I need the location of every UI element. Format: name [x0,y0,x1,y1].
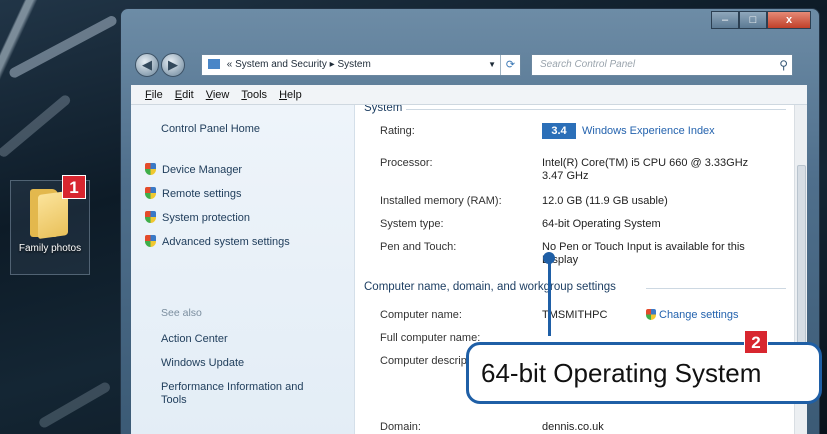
task-label: Advanced system settings [162,236,290,248]
step-badge-2: 2 [744,330,768,354]
pen-touch-value: No Pen or Touch Input is available for t… [542,241,745,266]
system-type-value: 64-bit Operating System [542,218,661,230]
scrollbar-thumb[interactable] [797,165,806,345]
breadcrumb-system[interactable]: System [337,59,370,70]
windows-experience-index-link[interactable]: Windows Experience Index [582,125,715,137]
menu-file[interactable]: File [145,85,163,104]
task-label: System protection [162,212,251,224]
change-settings-link[interactable]: Change settings [646,309,739,322]
forward-button[interactable]: ▶ [161,53,185,77]
system-type-label: System type: [380,218,444,230]
task-label: Remote settings [162,188,242,200]
full-computer-name-label: Full computer name: [380,332,481,344]
refresh-icon[interactable]: ⟳ [500,55,520,75]
divider [646,288,786,289]
left-pane: Control Panel Home Device Manager Remote… [131,105,355,434]
computer-name-value: TMSMITHPC [542,309,608,321]
windows-update-link[interactable]: Windows Update [161,357,244,369]
change-settings-label: Change settings [659,309,739,321]
divider [406,109,786,110]
computer-name-label: Computer name: [380,309,462,321]
shield-icon [145,235,156,247]
navigation-bar: ◀ ▶ « System and Security ▸ System ▼ ⟳ S… [131,53,807,79]
menu-view[interactable]: View [206,85,230,104]
menu-help[interactable]: Help [279,85,302,104]
desktop-icon-label: Family photos [18,243,82,254]
task-label: Device Manager [162,164,243,176]
search-placeholder: Search Control Panel [540,59,636,70]
menu-edit[interactable]: Edit [175,85,194,104]
system-protection-link[interactable]: System protection [145,211,250,224]
processor-label: Processor: [380,157,433,169]
shield-icon [646,309,656,320]
address-prefix: « [226,59,233,70]
shield-icon [145,163,156,175]
search-icon[interactable]: ⚲ [779,55,788,75]
pen-touch-label: Pen and Touch: [380,241,457,253]
callout-text: 64-bit Operating System [481,358,762,388]
experience-index-badge: 3.4 [542,123,576,139]
shield-icon [145,187,156,199]
callout-pointer-line [548,258,551,336]
domain-label: Domain: [380,421,421,433]
device-manager-link[interactable]: Device Manager [145,163,242,176]
close-button[interactable]: x [767,11,811,29]
rating-label: Rating: [380,125,415,137]
domain-value: dennis.co.uk [542,421,604,433]
action-center-link[interactable]: Action Center [161,333,228,345]
wallpaper-streak [0,93,73,159]
address-bar[interactable]: « System and Security ▸ System ▼ ⟳ [201,54,521,76]
control-panel-icon [208,59,220,70]
chevron-down-icon[interactable]: ▼ [488,55,496,75]
callout-bubble: 64-bit Operating System [466,342,822,404]
remote-settings-link[interactable]: Remote settings [145,187,241,200]
back-button[interactable]: ◀ [135,53,159,77]
maximize-button[interactable]: □ [739,11,767,29]
step-badge-1: 1 [62,175,86,199]
wallpaper-streak [37,380,112,430]
search-input[interactable]: Search Control Panel ⚲ [531,54,793,76]
minimize-button[interactable]: – [711,11,739,29]
breadcrumb-separator: ▸ [329,59,335,70]
menu-tools[interactable]: Tools [241,85,267,104]
performance-information-link[interactable]: Performance Information and Tools [161,381,321,407]
caption-buttons: – □ x [711,11,811,29]
memory-label: Installed memory (RAM): [380,195,502,207]
wallpaper-streak [7,14,119,80]
advanced-system-settings-link[interactable]: Advanced system settings [145,235,290,248]
see-also-heading: See also [161,307,202,319]
breadcrumb-system-and-security[interactable]: System and Security [235,59,327,70]
processor-value: Intel(R) Core(TM) i5 CPU 660 @ 3.33GHz 3… [542,157,749,182]
shield-icon [145,211,156,223]
control-panel-home-link[interactable]: Control Panel Home [161,123,260,135]
memory-value: 12.0 GB (11.9 GB usable) [542,195,668,207]
system-section-title: System [364,105,403,114]
menu-bar: File Edit View Tools Help [131,85,807,105]
rating-value[interactable]: 3.4 Windows Experience Index [542,123,715,139]
computer-section-title: Computer name, domain, and workgroup set… [364,281,616,293]
